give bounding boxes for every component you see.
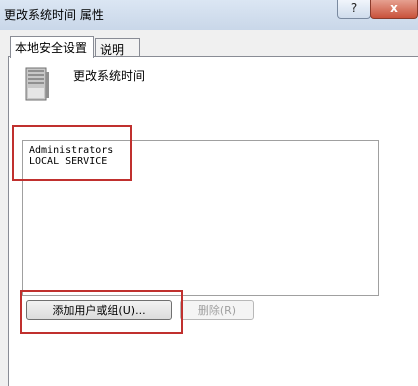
add-button-highlight-box (20, 290, 183, 334)
title-bar: 更改系统时间 属性 ? x (0, 0, 418, 30)
help-button[interactable]: ? (337, 0, 371, 19)
tab-description[interactable]: 说明 (95, 38, 140, 57)
remove-button[interactable]: 删除(R) (180, 300, 254, 320)
tab-local-security-setting[interactable]: 本地安全设置 (10, 36, 94, 58)
members-highlight-box (12, 125, 132, 181)
window-title: 更改系统时间 属性 (4, 8, 104, 22)
close-button[interactable]: x (370, 0, 418, 19)
policy-name: 更改系统时间 (73, 69, 146, 83)
server-icon (25, 67, 49, 101)
